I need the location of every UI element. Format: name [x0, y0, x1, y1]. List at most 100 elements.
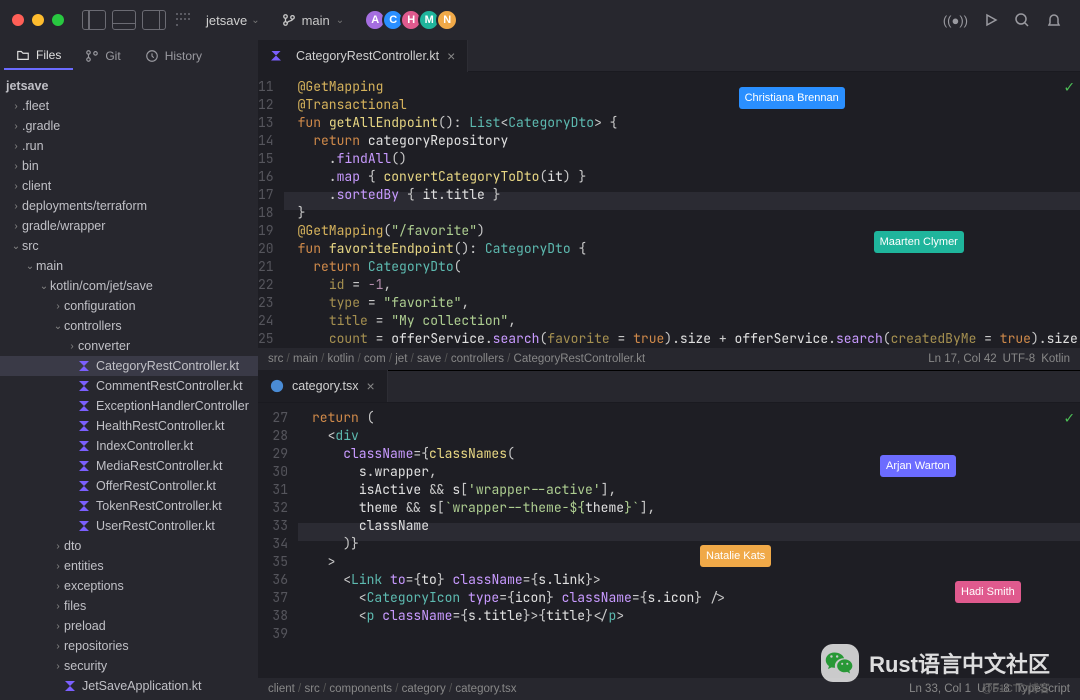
tree-folder[interactable]: ›files [0, 596, 258, 616]
tree-file[interactable]: CategoryRestController.kt [0, 356, 258, 376]
tree-folder[interactable]: ›converter [0, 336, 258, 356]
tree-label: entities [64, 559, 104, 573]
chevron-icon: › [52, 641, 64, 652]
tree-folder[interactable]: ›.run [0, 136, 258, 156]
breadcrumb-item[interactable]: src [304, 683, 319, 695]
sidebar-tab-git[interactable]: Git [73, 43, 132, 69]
breadcrumb-item[interactable]: jet [395, 353, 407, 365]
tree-folder[interactable]: ›dto [0, 536, 258, 556]
tree-folder[interactable]: ›security [0, 656, 258, 676]
breadcrumb-item[interactable]: category [402, 683, 446, 695]
search-icon[interactable] [1014, 12, 1030, 28]
tree-folder[interactable]: ›configuration [0, 296, 258, 316]
tree-folder[interactable]: ⌄main [0, 256, 258, 276]
tree-file[interactable]: UserRestController.kt [0, 516, 258, 536]
breadcrumb-item[interactable]: category.tsx [455, 683, 516, 695]
tree-file[interactable]: ExceptionHandlerController [0, 396, 258, 416]
cursor-position[interactable]: Ln 33, Col 1 [909, 683, 971, 695]
editor2-gutter: 27282930313233343536373839 [258, 403, 298, 679]
editor1-breadcrumbs[interactable]: src / main / kotlin / com / jet / save /… [268, 353, 645, 365]
tree-label: ExceptionHandlerController [96, 399, 249, 413]
breadcrumb-item[interactable]: com [364, 353, 386, 365]
tree-folder[interactable]: ⌄src [0, 236, 258, 256]
drag-handle-icon[interactable] [176, 13, 190, 27]
minimize-window-button[interactable] [32, 14, 44, 26]
avatar[interactable]: N [436, 9, 458, 31]
tree-label: files [64, 599, 86, 613]
close-tab-icon[interactable]: × [366, 378, 374, 394]
toggle-bottom-panel-icon[interactable] [112, 10, 136, 30]
chevron-icon: › [10, 221, 22, 232]
encoding[interactable]: UTF-8 [1003, 353, 1036, 365]
tsx-file-icon [270, 379, 284, 393]
tree-folder[interactable]: ›exceptions [0, 576, 258, 596]
tree-label: src [22, 239, 39, 253]
tree-folder[interactable]: ›gradle/wrapper [0, 216, 258, 236]
tree-file[interactable]: JetSaveApplication.kt [0, 676, 258, 696]
tree-file[interactable]: IndexController.kt [0, 436, 258, 456]
tree-folder[interactable]: ›.fleet [0, 96, 258, 116]
kotlin-file-icon [78, 520, 90, 532]
close-window-button[interactable] [12, 14, 24, 26]
toggle-left-panel-icon[interactable] [82, 10, 106, 30]
editor2-lines[interactable]: return ( <div className={classNames( s.w… [298, 403, 1080, 679]
watermark-sub: @51CTO博客 [982, 680, 1050, 696]
tree-file[interactable]: MediaRestController.kt [0, 456, 258, 476]
tree-label: deployments/terraform [22, 199, 147, 213]
language-mode[interactable]: Kotlin [1041, 353, 1070, 365]
editor2-breadcrumbs[interactable]: client / src / components / category / c… [268, 683, 517, 695]
breadcrumb-item[interactable]: CategoryRestController.kt [514, 353, 646, 365]
broadcast-icon[interactable]: ((●)) [943, 13, 968, 28]
breadcrumb-item[interactable]: controllers [451, 353, 504, 365]
folder-icon [16, 48, 30, 62]
branch-selector[interactable]: main ⌄ [282, 13, 345, 28]
kotlin-file-icon [78, 380, 90, 392]
toggle-right-panel-icon[interactable] [142, 10, 166, 30]
breadcrumb-item[interactable]: components [329, 683, 392, 695]
editor2-code[interactable]: ✓ 27282930313233343536373839 return ( <d… [258, 403, 1080, 679]
tree-folder[interactable]: ⌄controllers [0, 316, 258, 336]
tree-folder[interactable]: ›client [0, 176, 258, 196]
breadcrumb-item[interactable]: src [268, 353, 283, 365]
editor2-tab[interactable]: category.tsx × [258, 370, 388, 402]
tree-file[interactable]: HealthRestController.kt [0, 416, 258, 436]
breadcrumb-item[interactable]: save [417, 353, 441, 365]
chevron-down-icon: ⌄ [336, 15, 344, 26]
tree-root[interactable]: jetsave [0, 76, 258, 96]
chevron-icon: › [10, 101, 22, 112]
tree-label: .gradle [22, 119, 60, 133]
tree-folder[interactable]: ›preload [0, 616, 258, 636]
tree-label: gradle/wrapper [22, 219, 105, 233]
tree-folder[interactable]: ›.gradle [0, 116, 258, 136]
file-tree[interactable]: jetsave ›.fleet›.gradle›.run›bin›client›… [0, 72, 258, 700]
breadcrumb-item[interactable]: kotlin [327, 353, 354, 365]
maximize-window-button[interactable] [52, 14, 64, 26]
tree-folder[interactable]: ›deployments/terraform [0, 196, 258, 216]
run-icon[interactable] [984, 13, 998, 27]
close-tab-icon[interactable]: × [447, 48, 455, 64]
editor1-code[interactable]: ✓ 1112131415161718192021222324252627 @Ge… [258, 72, 1080, 348]
editor1-gutter: 1112131415161718192021222324252627 [258, 72, 284, 348]
tree-folder[interactable]: ›bin [0, 156, 258, 176]
project-selector[interactable]: jetsave ⌄ [206, 13, 260, 28]
sidebar-tab-files[interactable]: Files [4, 42, 73, 70]
chevron-icon: › [52, 301, 64, 312]
tree-folder[interactable]: ›repositories [0, 636, 258, 656]
chevron-icon: › [52, 661, 64, 672]
titlebar: jetsave ⌄ main ⌄ ACHMN ((●)) [0, 0, 1080, 40]
editor1-tab[interactable]: CategoryRestController.kt × [258, 40, 468, 72]
tree-label: .fleet [22, 99, 49, 113]
editor1-lines[interactable]: @GetMapping@Transactionalfun getAllEndpo… [284, 72, 1080, 348]
project-name: jetsave [206, 13, 247, 28]
tree-file[interactable]: TokenRestController.kt [0, 496, 258, 516]
breadcrumb-item[interactable]: client [268, 683, 295, 695]
tree-label: CategoryRestController.kt [96, 359, 239, 373]
notifications-icon[interactable] [1046, 12, 1062, 28]
tree-file[interactable]: OfferRestController.kt [0, 476, 258, 496]
tree-file[interactable]: CommentRestController.kt [0, 376, 258, 396]
breadcrumb-item[interactable]: main [293, 353, 318, 365]
tree-folder[interactable]: ›entities [0, 556, 258, 576]
tree-folder[interactable]: ⌄kotlin/com/jet/save [0, 276, 258, 296]
cursor-position[interactable]: Ln 17, Col 42 [928, 353, 996, 365]
sidebar-tab-history[interactable]: History [133, 43, 214, 69]
